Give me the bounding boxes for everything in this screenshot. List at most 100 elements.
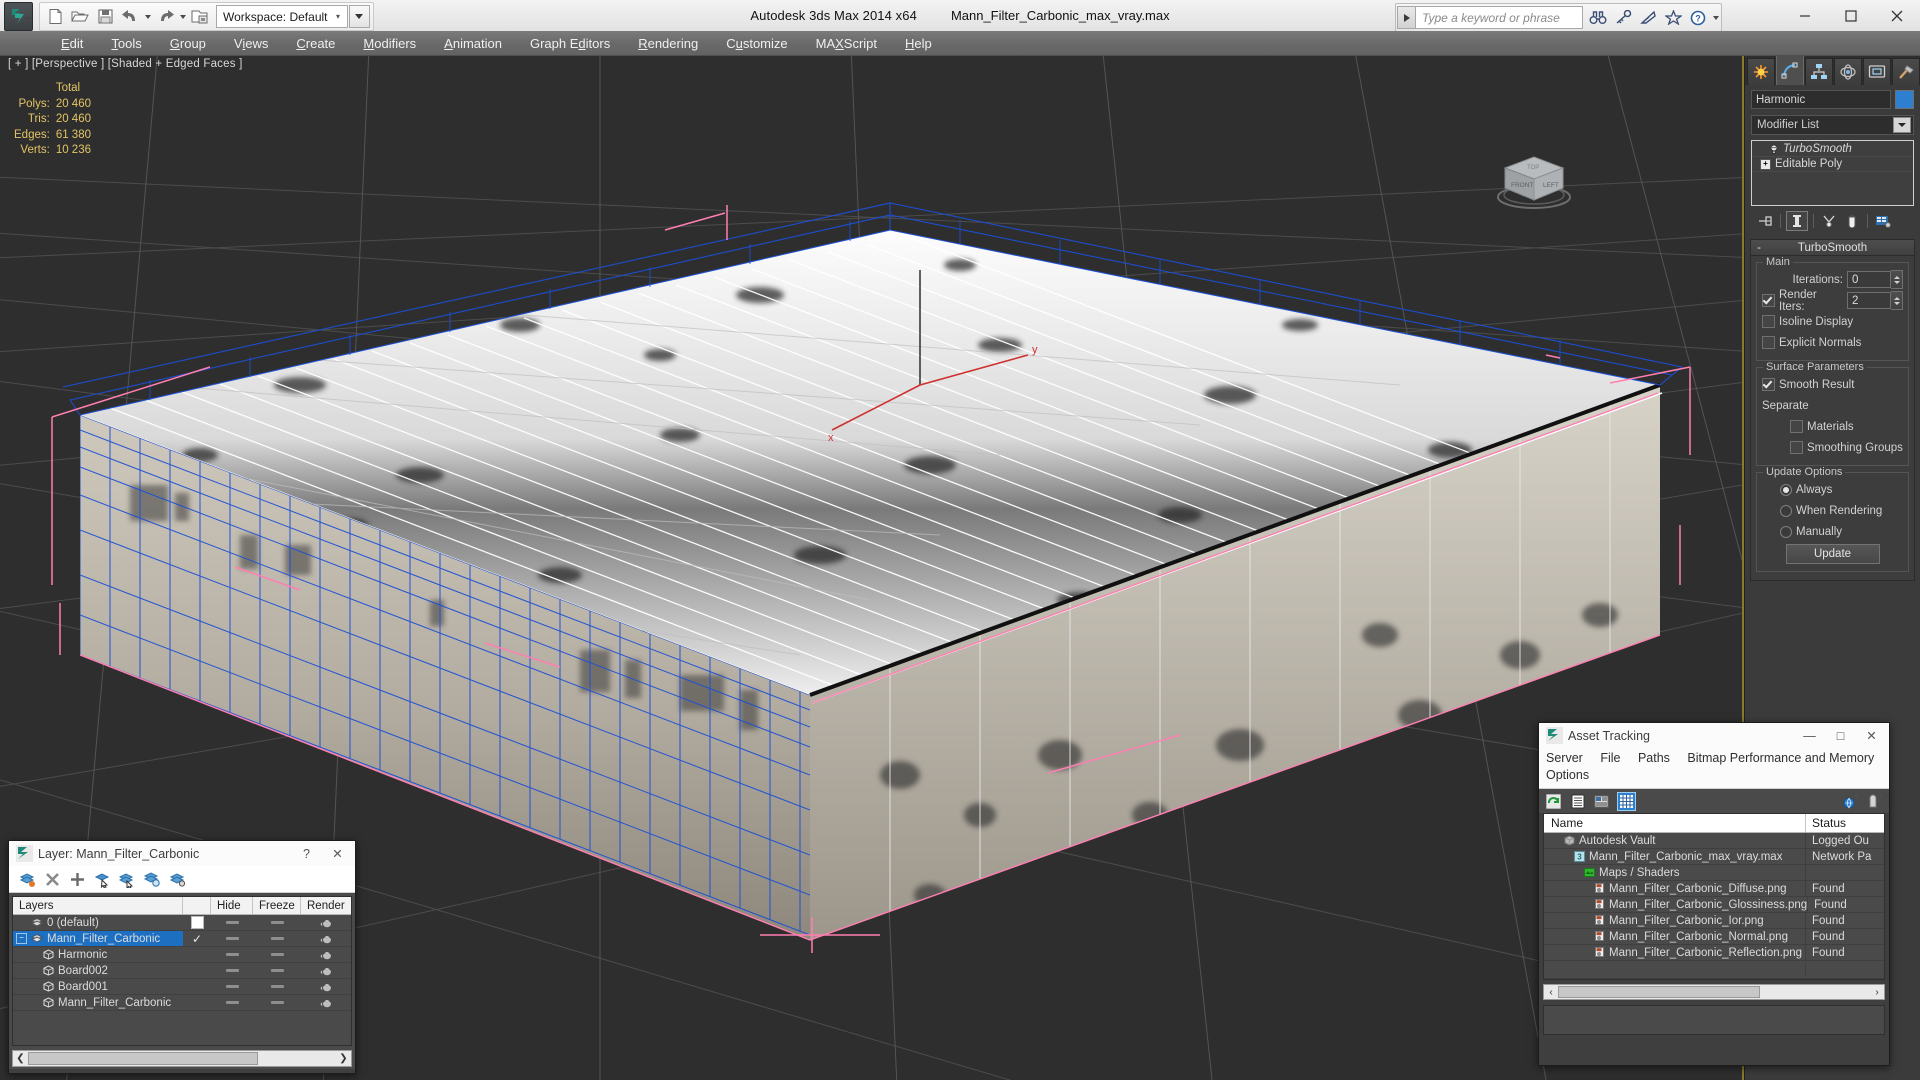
explicit-normals-row[interactable]: Explicit Normals [1762, 334, 1903, 351]
menu-views[interactable]: Views [220, 33, 282, 54]
isoline-display-checkbox[interactable] [1762, 315, 1775, 328]
update-always-row[interactable]: Always [1762, 481, 1903, 498]
smooth-result-row[interactable]: Smooth Result [1762, 376, 1903, 393]
infocenter-expand-icon[interactable] [1397, 6, 1416, 29]
hide-toggle[interactable] [225, 1001, 239, 1004]
new-layer-icon[interactable] [19, 871, 36, 888]
table-row[interactable]: Harmonic [13, 947, 351, 963]
smoothing-groups-checkbox[interactable] [1790, 441, 1803, 454]
render-toggle[interactable] [320, 998, 333, 1008]
grid-view-icon[interactable] [1617, 791, 1636, 811]
freeze-toggle[interactable] [270, 953, 284, 956]
iterations-spinner[interactable]: 0 [1847, 270, 1903, 289]
render-toggle[interactable] [320, 966, 333, 976]
workspace-menu-button[interactable] [348, 5, 370, 28]
hide-toggle[interactable] [225, 985, 239, 988]
materials-row[interactable]: Materials [1762, 418, 1903, 435]
table-row[interactable]: Mann_Filter_Carbonic_Ior.png Found [1544, 913, 1884, 929]
scroll-right-arrow[interactable]: › [1870, 987, 1884, 998]
freeze-toggle[interactable] [270, 921, 284, 924]
satellite-dish-icon[interactable] [1636, 6, 1660, 29]
update-when-rendering-radio[interactable] [1780, 504, 1792, 517]
open-file-icon[interactable] [68, 5, 92, 28]
menu-options[interactable]: Options [1539, 767, 1596, 783]
spinner-arrows[interactable] [1891, 291, 1903, 310]
project-folder-icon[interactable] [188, 5, 212, 28]
minimize-button[interactable]: — [1794, 723, 1825, 748]
vault-help-icon[interactable]: ? [1842, 793, 1859, 810]
freeze-toggle[interactable] [270, 937, 284, 940]
update-manually-row[interactable]: Manually [1762, 523, 1903, 540]
menu-maxscript[interactable]: MAXScript [802, 33, 891, 54]
menu-customize[interactable]: Customize [712, 33, 801, 54]
render-iters-spinner[interactable]: 2 [1847, 291, 1903, 310]
table-row[interactable]: Mann_Filter_Carbonic_Diffuse.png Found [1544, 881, 1884, 897]
modify-tab[interactable] [1776, 55, 1804, 85]
menu-create[interactable]: Create [282, 33, 349, 54]
scrollbar-thumb[interactable] [28, 1052, 258, 1065]
update-when-rendering-row[interactable]: When Rendering [1762, 502, 1903, 519]
delete-layer-icon[interactable] [44, 871, 61, 888]
stack-item-editable-poly[interactable]: + Editable Poly [1753, 157, 1912, 172]
search-binoculars-icon[interactable] [1586, 6, 1610, 29]
render-toggle[interactable] [320, 950, 333, 960]
list-view-icon[interactable] [1569, 793, 1586, 810]
hierarchy-tab[interactable] [1805, 58, 1833, 85]
select-objects-icon[interactable] [94, 871, 111, 888]
object-color-swatch[interactable] [1895, 90, 1914, 109]
close-button[interactable] [1874, 0, 1920, 31]
freeze-toggle[interactable] [270, 1001, 284, 1004]
menu-group[interactable]: Group [156, 33, 220, 54]
table-row[interactable]: Mann_Filter_Carbonic_Reflection.png Foun… [1544, 945, 1884, 961]
menu-tools[interactable]: Tools [97, 33, 155, 54]
redo-dropdown-icon[interactable] [178, 5, 187, 28]
menu-file[interactable]: File [1593, 750, 1627, 766]
menu-paths[interactable]: Paths [1631, 750, 1677, 766]
configure-modifier-sets-button[interactable] [1873, 212, 1893, 230]
object-name-input[interactable]: Harmonic [1751, 90, 1891, 109]
new-file-icon[interactable] [43, 5, 67, 28]
hide-toggle[interactable] [225, 969, 239, 972]
scroll-left-arrow[interactable]: ❮ [13, 1053, 28, 1064]
table-row[interactable]: − Mann_Filter_Carbonic ✓ [13, 931, 351, 947]
refresh-icon[interactable] [1545, 793, 1562, 810]
render-toggle[interactable] [320, 982, 333, 992]
hide-toggle[interactable] [225, 953, 239, 956]
remove-modifier-button[interactable] [1842, 212, 1862, 230]
close-button[interactable]: ✕ [1856, 723, 1887, 748]
table-row[interactable]: 3 Mann_Filter_Carbonic_max_vray.max Netw… [1544, 849, 1884, 865]
table-row[interactable]: Maps / Shaders [1544, 865, 1884, 881]
search-input[interactable]: Type a keyword or phrase [1416, 6, 1583, 29]
menu-help[interactable]: Help [891, 33, 946, 54]
layer-current-checkbox[interactable] [190, 916, 204, 929]
table-row[interactable]: Board002 [13, 963, 351, 979]
undo-icon[interactable] [118, 5, 142, 28]
render-toggle[interactable] [320, 934, 333, 944]
freeze-toggle[interactable] [270, 969, 284, 972]
explicit-normals-checkbox[interactable] [1762, 336, 1775, 349]
table-row[interactable]: Mann_Filter_Carbonic_Normal.png Found [1544, 929, 1884, 945]
hide-unhide-icon[interactable] [144, 871, 161, 888]
table-row[interactable]: Autodesk Vault Logged Ou [1544, 833, 1884, 849]
add-selection-icon[interactable] [69, 871, 86, 888]
help-question-icon[interactable]: ? [1686, 6, 1710, 29]
layer-dialog-titlebar[interactable]: Layer: Mann_Filter_Carbonic ? ✕ [9, 841, 355, 866]
menu-bitmap-performance[interactable]: Bitmap Performance and Memory [1680, 750, 1881, 766]
save-file-icon[interactable] [93, 5, 117, 28]
workspace-selector[interactable]: Workspace: Default ▾ [216, 5, 348, 28]
smooth-result-checkbox[interactable] [1762, 378, 1775, 391]
make-unique-button[interactable] [1819, 212, 1839, 230]
scrollbar-thumb[interactable] [1558, 986, 1760, 998]
menu-server[interactable]: Server [1539, 750, 1590, 766]
column-status[interactable]: Status [1806, 816, 1884, 830]
materials-checkbox[interactable] [1790, 420, 1803, 433]
application-menu-chevron-icon[interactable] [24, 17, 32, 21]
asset-table[interactable]: Name Status Autodesk Vault Logged Ou 3 M… [1543, 813, 1885, 980]
update-button[interactable]: Update [1785, 544, 1880, 564]
column-render[interactable]: Render [301, 897, 351, 914]
modifier-list-dropdown[interactable]: Modifier List [1751, 115, 1914, 135]
table-row[interactable]: Board001 [13, 979, 351, 995]
key-icon[interactable] [1611, 6, 1635, 29]
rollout-collapse-sign[interactable]: - [1751, 242, 1767, 254]
workspace-dropdown-icon[interactable]: ▾ [332, 12, 345, 21]
